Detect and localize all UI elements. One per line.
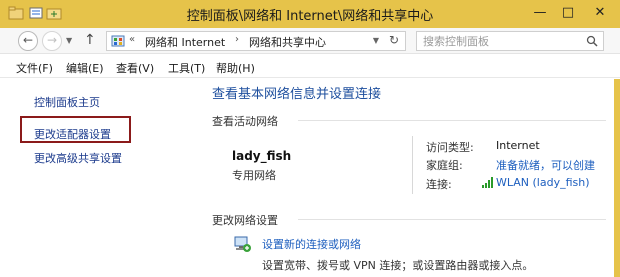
section-divider — [298, 219, 606, 220]
sidebar: 控制面板主页 更改适配器设置 更改高级共享设置 — [0, 79, 198, 277]
search-box[interactable] — [416, 31, 604, 51]
access-type-label: 访问类型: — [426, 141, 474, 154]
search-input[interactable] — [423, 33, 573, 49]
homegroup-link[interactable]: 准备就绪，可以创建 — [496, 157, 595, 173]
forward-button[interactable]: → — [42, 31, 62, 51]
maximize-button[interactable]: □ — [556, 4, 580, 22]
main-content: 查看基本网络信息并设置连接 查看活动网络 lady_fish 专用网络 访问类型… — [198, 79, 620, 277]
section-divider — [298, 120, 606, 121]
breadcrumb-overflow[interactable]: « — [129, 34, 135, 45]
menu-bar: 文件(F) 编辑(E) 查看(V) 工具(T) 帮助(H) — [0, 56, 620, 78]
setup-new-connection-link[interactable]: 设置新的连接或网络 — [262, 236, 361, 252]
address-row: ← → ▼ ↑ « 网络和 Internet › 网络和共享中心 ▼ ↻ — [0, 28, 620, 54]
breadcrumb-network-internet[interactable]: 网络和 Internet — [145, 34, 225, 50]
control-panel-icon — [111, 35, 125, 47]
wifi-signal-icon — [482, 177, 493, 188]
change-settings-label: 更改网络设置 — [212, 214, 278, 227]
window-title: 控制面板\网络和 Internet\网络和共享中心 — [186, 9, 434, 24]
menu-edit[interactable]: 编辑(E) — [66, 60, 104, 76]
connection-label: 连接: — [426, 178, 452, 191]
title-bar: 控制面板\网络和 Internet\网络和共享中心 — □ ✕ — [0, 0, 620, 28]
sidebar-item-control-panel-home[interactable]: 控制面板主页 — [34, 94, 100, 110]
setup-new-connection-description: 设置宽带、拨号或 VPN 连接；或设置路由器或接入点。 — [262, 259, 534, 272]
breadcrumb-separator[interactable]: › — [235, 34, 239, 45]
refresh-icon[interactable]: ↻ — [389, 33, 399, 47]
minimize-button[interactable]: — — [528, 4, 552, 22]
active-networks-label: 查看活动网络 — [212, 115, 278, 128]
sidebar-item-change-advanced-sharing[interactable]: 更改高级共享设置 — [34, 150, 122, 166]
highlight-box — [20, 116, 131, 143]
address-dropdown-icon[interactable]: ▼ — [373, 36, 379, 45]
connection-link[interactable]: WLAN (lady_fish) — [496, 176, 590, 189]
back-button[interactable]: ← — [18, 31, 38, 51]
address-bar[interactable]: « 网络和 Internet › 网络和共享中心 ▼ ↻ — [106, 31, 406, 51]
menu-tools[interactable]: 工具(T) — [168, 60, 205, 76]
page-title: 查看基本网络信息并设置连接 — [212, 87, 382, 102]
menu-view[interactable]: 查看(V) — [116, 60, 154, 76]
search-icon[interactable] — [586, 35, 598, 47]
network-info-divider — [412, 136, 413, 194]
menu-file[interactable]: 文件(F) — [16, 60, 53, 76]
homegroup-label: 家庭组: — [426, 159, 463, 172]
close-button[interactable]: ✕ — [586, 4, 614, 22]
network-name: lady_fish — [232, 149, 292, 163]
up-button[interactable]: ↑ — [84, 32, 96, 48]
recent-pages-dropdown[interactable]: ▼ — [66, 36, 72, 45]
network-type[interactable]: 专用网络 — [232, 167, 276, 183]
menu-help[interactable]: 帮助(H) — [216, 60, 255, 76]
window-border — [614, 79, 620, 277]
access-type-value: Internet — [496, 139, 540, 152]
breadcrumb-sharing-center[interactable]: 网络和共享中心 — [249, 34, 326, 50]
network-setup-icon — [234, 236, 251, 252]
